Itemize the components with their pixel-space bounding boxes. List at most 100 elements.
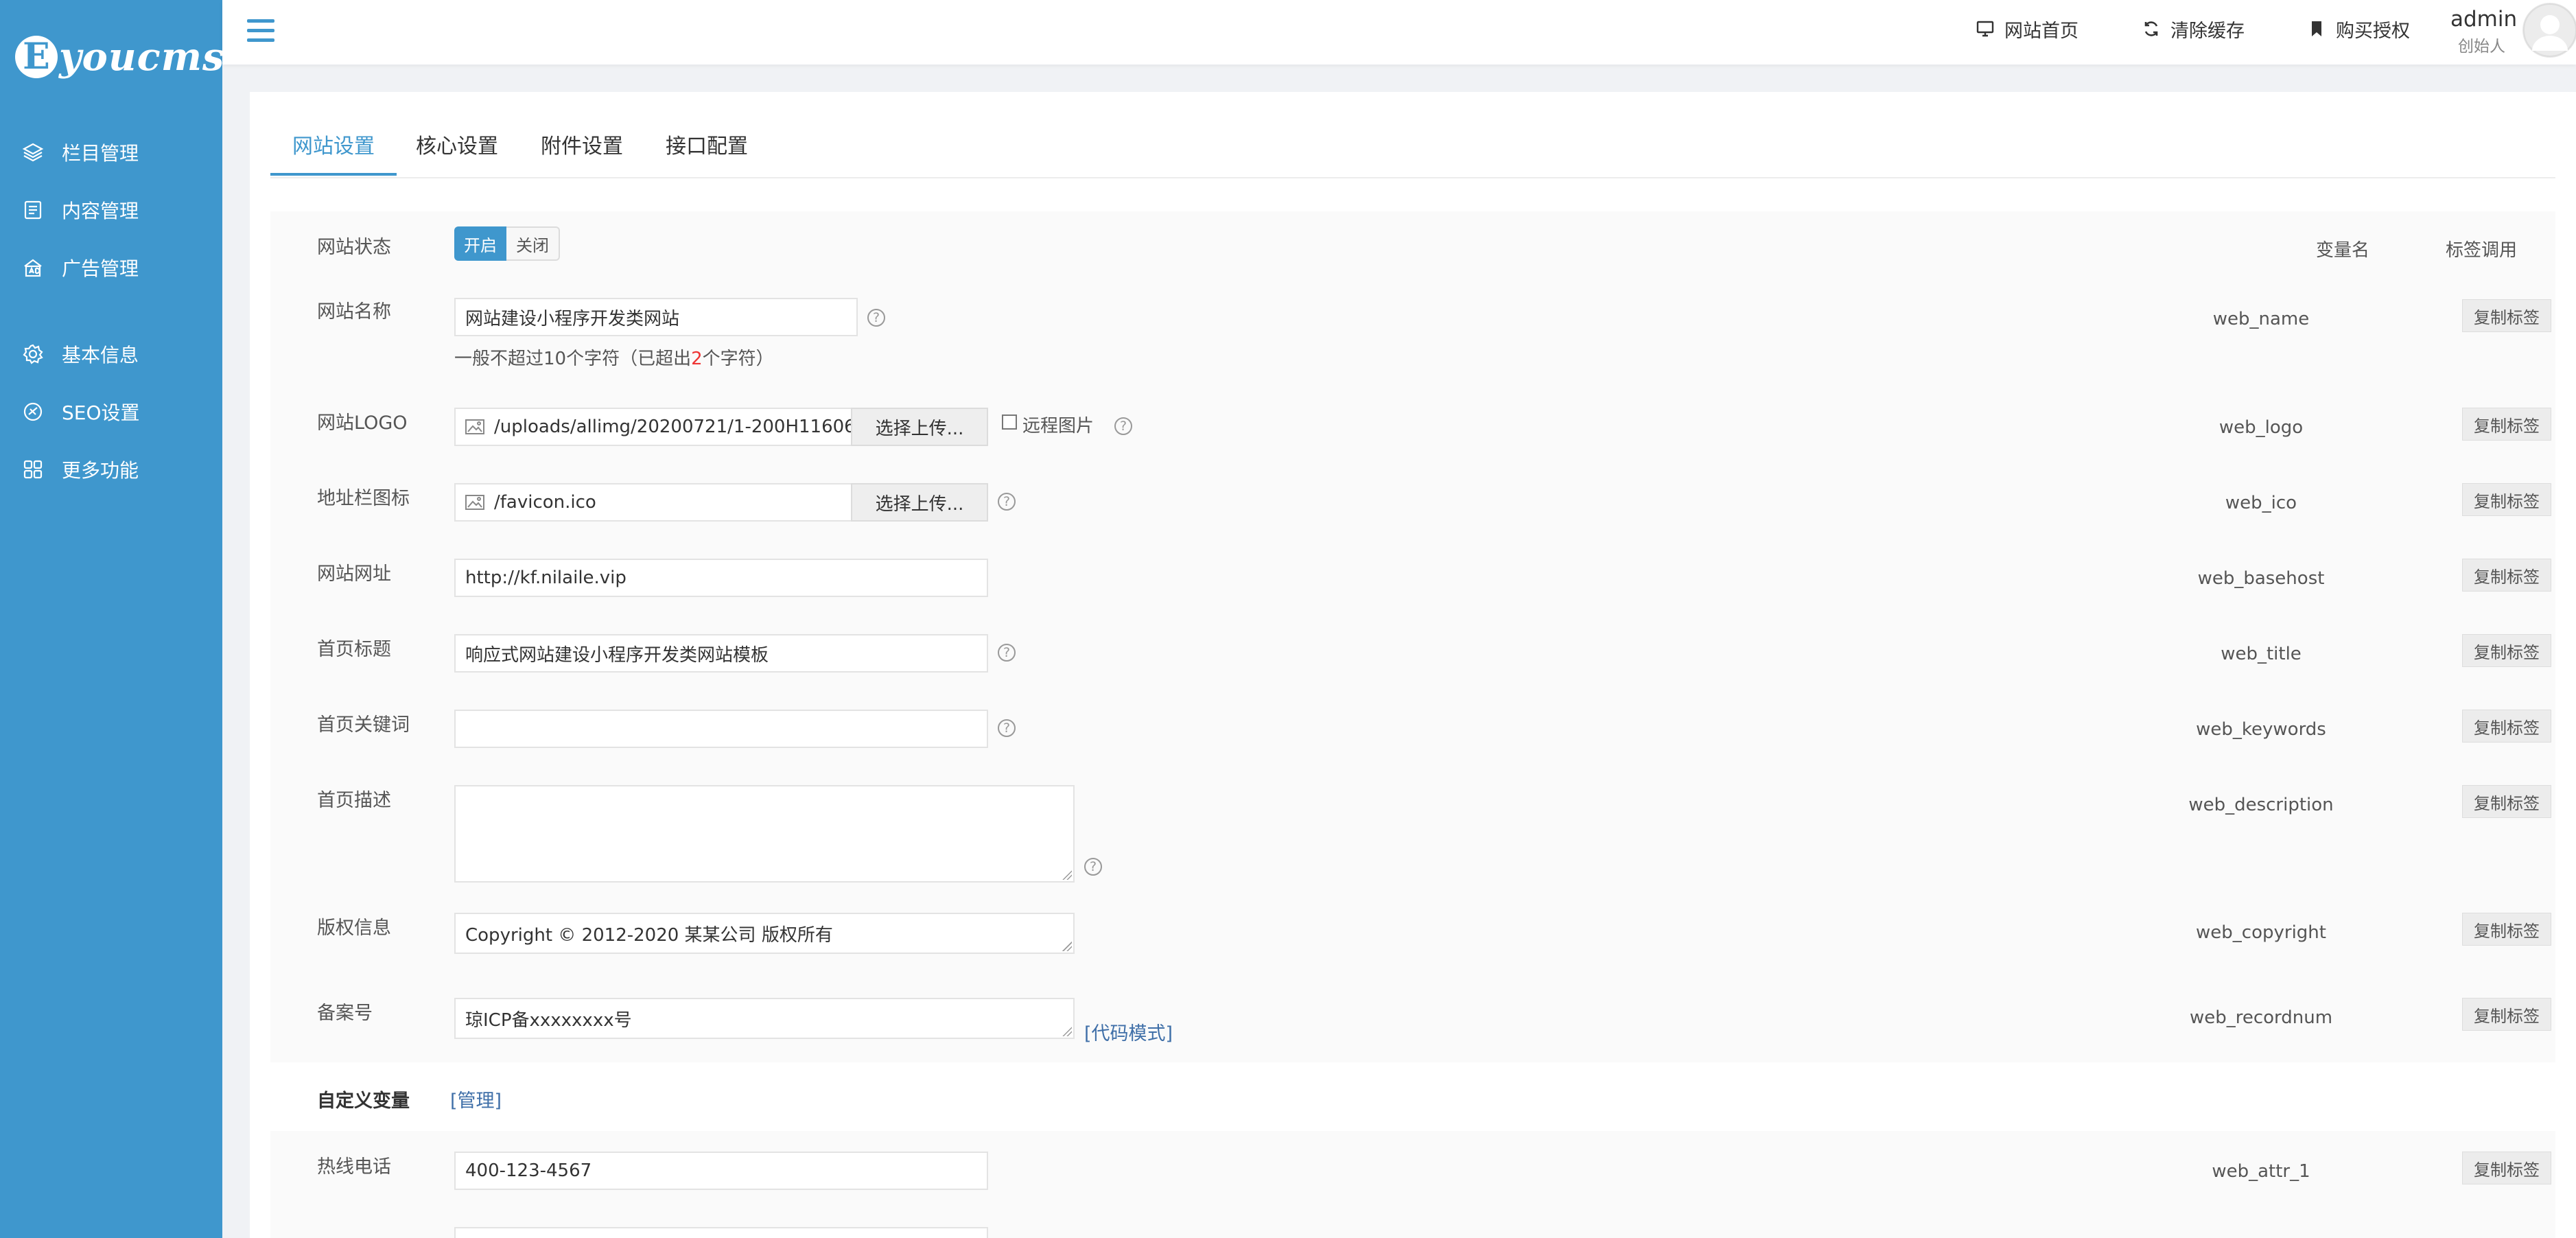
field-label: 网站LOGO [317,412,408,434]
sidebar-item-ads[interactable]: 广告管理 [0,239,222,296]
site-url-input[interactable]: http://kf.nilaile.vip [454,559,988,597]
logo-path-input[interactable]: /uploads/allimg/20200721/1-200H116064 [454,408,852,446]
gear-icon [23,344,43,364]
var-name: web_keywords [2196,719,2326,740]
buy-license-link[interactable]: 购买授权 [2307,15,2410,43]
copy-tag-button[interactable]: 复制标签 [2462,483,2551,516]
copy-tag-button[interactable]: 复制标签 [2462,998,2551,1031]
clear-cache-link[interactable]: 清除缓存 [2142,15,2245,43]
help-icon[interactable]: ? [998,644,1016,662]
field-label: 地址栏图标 [317,488,410,509]
field-label: 网站网址 [317,563,391,585]
field-label: 热线电话 [317,1156,391,1178]
manage-custom-vars-link[interactable]: [管理] [450,1086,502,1112]
resize-handle-icon[interactable] [1062,1027,1072,1036]
field-label: 版权信息 [317,918,391,939]
logo-upload-button[interactable]: 选择上传... [851,408,988,446]
remote-image-label[interactable]: 远程图片 [1022,412,1094,437]
var-name: web_logo [2218,417,2304,438]
sidebar-item-basic-info[interactable]: 基本信息 [0,325,222,383]
tab-core-settings[interactable]: 核心设置 [394,126,520,176]
copy-tag-button[interactable]: 复制标签 [2462,299,2551,332]
site-name-input[interactable]: 网站建设小程序开发类网站 [454,298,858,336]
site-name-hint: 一般不超过10个字符（已超出2个字符） [454,349,774,369]
logo[interactable]: E youcms [15,26,224,88]
sidebar-item-label: SEO设置 [62,401,140,424]
user-name[interactable]: admin [2450,7,2517,32]
sidebar-item-label: 广告管理 [62,257,139,280]
home-link[interactable]: 网站首页 [1976,15,2079,43]
bookmark-icon [2312,21,2321,36]
row-hotline: 热线电话 400-123-4567 web_attr_1 复制标签 [270,1131,2555,1208]
copyright-textarea[interactable]: Copyright © 2012-2020 某某公司 版权所有 [454,913,1075,954]
help-icon[interactable]: ? [1114,417,1132,435]
remote-image-checkbox[interactable] [1002,414,1017,430]
sidebar-item-seo[interactable]: SEO设置 [0,383,222,441]
var-name: web_description [2188,795,2334,815]
ad-icon [24,259,42,277]
copy-tag-button[interactable]: 复制标签 [2462,785,2551,818]
var-name: web_title [2221,644,2302,664]
field-label: 首页描述 [317,790,391,811]
column-header-varname: 变量名 [2316,240,2370,261]
layers-icon [22,143,44,162]
record-number-textarea[interactable]: 琼ICP备xxxxxxxx号 [454,998,1075,1039]
resize-handle-icon[interactable] [1062,942,1072,951]
sidebar-item-content[interactable]: 内容管理 [0,181,222,239]
menu-toggle-icon[interactable] [247,19,274,44]
row-home-description: 首页描述 ? web_description 复制标签 [270,764,2555,894]
avatar[interactable] [2522,3,2576,58]
row-partial [270,1206,2555,1238]
user-role: 创始人 [2458,38,2505,56]
home-title-input[interactable]: 响应式网站建设小程序开发类网站模板 [454,634,988,673]
tab-attachment-settings[interactable]: 附件设置 [519,126,645,176]
resize-handle-icon[interactable] [1062,870,1072,880]
row-home-keywords: 首页关键词 ? web_keywords 复制标签 [270,689,2555,766]
status-on-button[interactable]: 开启 [454,226,506,261]
copy-tag-button[interactable]: 复制标签 [2462,408,2551,441]
row-site-status: 网站状态 开启 关闭 变量名 标签调用 [270,211,2555,283]
tab-api-config[interactable]: 接口配置 [644,126,770,176]
favicon-path-input[interactable]: /favicon.ico [454,483,852,522]
row-favicon: 地址栏图标 /favicon.ico 选择上传... ? web_ico 复制标… [270,463,2555,539]
favicon-upload-button[interactable]: 选择上传... [851,483,988,522]
code-mode-link[interactable]: [代码模式] [1084,1018,1173,1045]
seo-icon [23,402,43,421]
copy-tag-button[interactable]: 复制标签 [2462,559,2551,592]
home-description-textarea[interactable] [454,785,1075,883]
help-icon[interactable]: ? [998,493,1016,511]
field-label: 网站名称 [317,301,391,323]
var-name: web_name [2212,309,2310,329]
sidebar-item-label: 基本信息 [62,344,139,366]
row-copyright: 版权信息 Copyright © 2012-2020 某某公司 版权所有 web… [270,892,2555,979]
user-avatar-icon [2523,3,2576,57]
status-toggle[interactable]: 开启 关闭 [454,226,560,261]
tab-site-settings[interactable]: 网站设置 [270,126,397,176]
sidebar-item-more[interactable]: 更多功能 [0,441,222,498]
hotline-input[interactable]: 400-123-4567 [454,1152,988,1190]
row-record-number: 备案号 琼ICP备xxxxxxxx号 [代码模式] web_recordnum … [270,977,2555,1064]
sidebar-nav: 栏目管理 内容管理 广告管理 基本信息 SEO设置 更多功能 [0,124,222,498]
sidebar-item-label: 内容管理 [62,200,139,222]
custom-vars-title: 自定义变量 [317,1090,410,1112]
help-icon[interactable]: ? [867,309,885,327]
row-site-name: 网站名称 网站建设小程序开发类网站 ? 一般不超过10个字符（已超出2个字符） … [270,281,2555,388]
copy-tag-button[interactable]: 复制标签 [2462,634,2551,667]
sidebar-item-column[interactable]: 栏目管理 [0,124,222,181]
field-label: 首页标题 [317,639,391,660]
help-icon[interactable]: ? [998,719,1016,737]
next-field-input[interactable] [454,1227,988,1238]
copy-tag-button[interactable]: 复制标签 [2462,1152,2551,1184]
row-site-url: 网站网址 http://kf.nilaile.vip web_basehost … [270,538,2555,615]
copy-tag-button[interactable]: 复制标签 [2462,913,2551,946]
help-icon[interactable]: ? [1084,858,1102,876]
var-name: web_recordnum [2189,1007,2333,1028]
image-icon [465,419,484,434]
grid-icon [23,460,43,479]
sidebar: E youcms 栏目管理 内容管理 广告管理 基本信息 SEO设置 更多功能 [0,0,224,1238]
home-keywords-input[interactable] [454,710,988,748]
column-header-tag: 标签调用 [2446,240,2518,261]
logo-text: youcms [59,34,225,80]
status-off-button[interactable]: 关闭 [506,226,560,261]
copy-tag-button[interactable]: 复制标签 [2462,710,2551,743]
